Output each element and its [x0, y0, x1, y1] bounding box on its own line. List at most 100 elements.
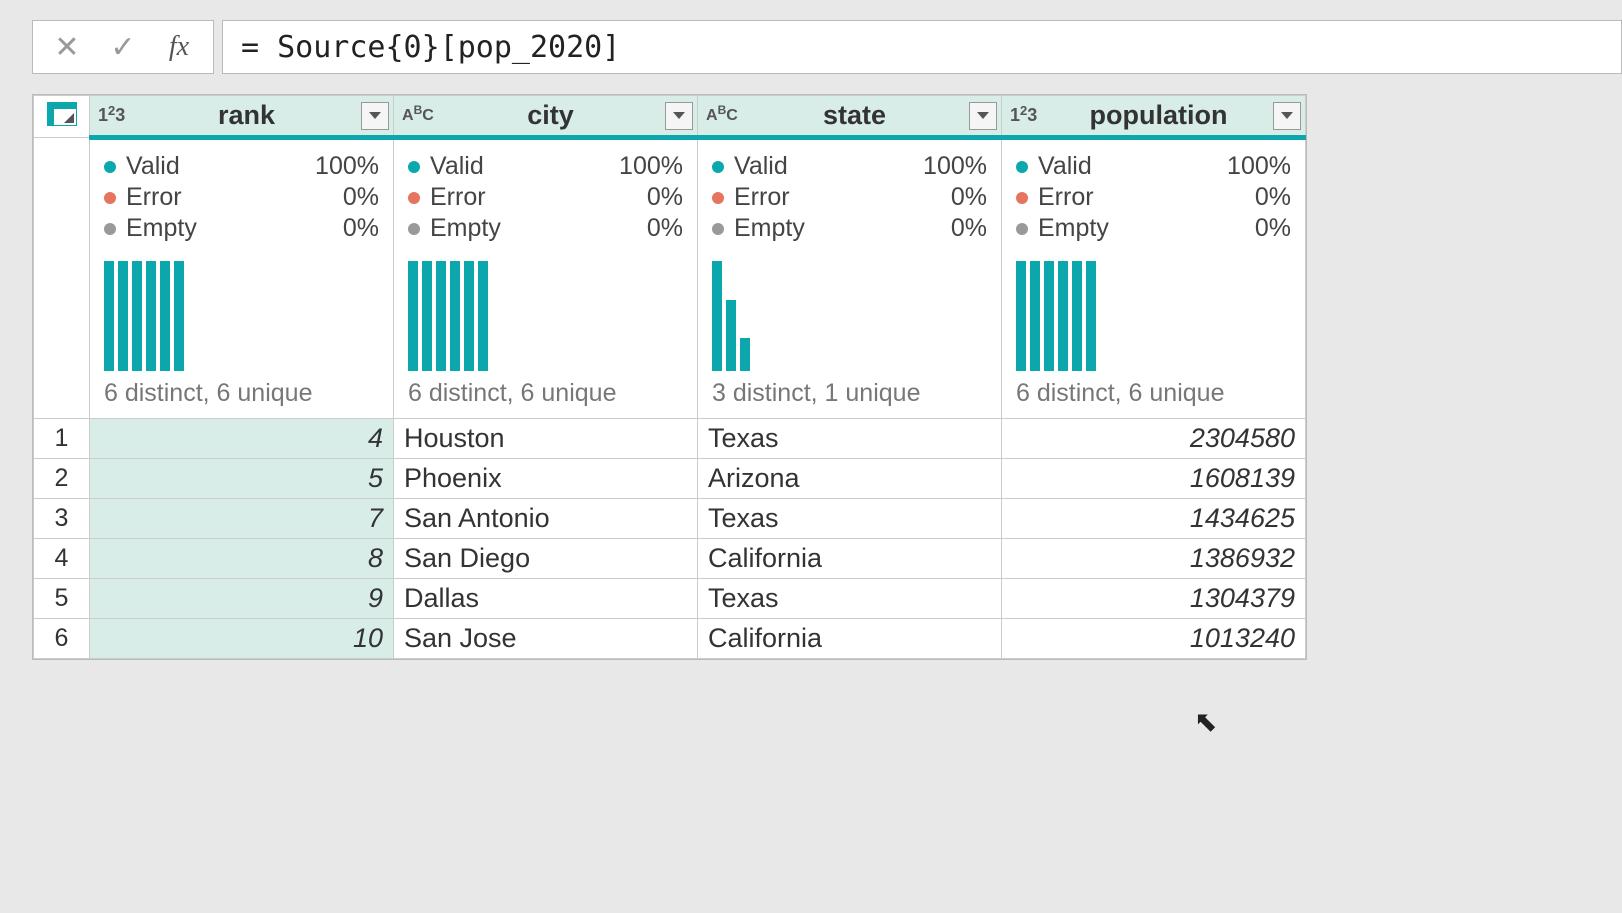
sparkline-bar: [740, 338, 750, 371]
column-name: state: [746, 100, 963, 131]
table-row[interactable]: 48San DiegoCalifornia1386932: [34, 539, 1306, 579]
cell-population[interactable]: 1304379: [1002, 579, 1306, 619]
cell-city[interactable]: San Jose: [394, 619, 698, 659]
column-header-population[interactable]: 2 population: [1002, 96, 1306, 138]
cell-population[interactable]: 2304580: [1002, 419, 1306, 459]
cell-city[interactable]: Dallas: [394, 579, 698, 619]
cell-state[interactable]: California: [698, 539, 1002, 579]
profile-rank: Valid 100% Error 0% Empty 0% 6 distinct, 6 …: [90, 138, 394, 419]
column-header-row: 2 rank ABC city ABC state 2 population: [34, 96, 1306, 138]
column-profile-row: Valid 100% Error 0% Empty 0% 6 distinct, 6 …: [34, 138, 1306, 419]
fx-icon[interactable]: fx: [151, 24, 207, 70]
column-name: city: [442, 100, 659, 131]
profile-state: Valid100% Error0% Empty0% 3 distinct, 1 …: [698, 138, 1002, 419]
sparkline-bar: [422, 261, 432, 371]
cancel-icon[interactable]: ✕: [39, 24, 95, 70]
distribution-sparkline: [104, 261, 379, 371]
cell-population[interactable]: 1434625: [1002, 499, 1306, 539]
cell-city[interactable]: San Antonio: [394, 499, 698, 539]
sparkline-bar: [118, 261, 128, 371]
distinct-summary: 6 distinct, 6 unique: [104, 379, 379, 408]
column-header-state[interactable]: ABC state: [698, 96, 1002, 138]
sparkline-bar: [1086, 261, 1096, 371]
table-row[interactable]: 37San AntonioTexas1434625: [34, 499, 1306, 539]
number-type-icon: 2: [1010, 105, 1044, 126]
row-index: 3: [34, 499, 90, 539]
sparkline-bar: [712, 261, 722, 371]
empty-label: Empty: [126, 214, 197, 243]
cell-state[interactable]: Texas: [698, 499, 1002, 539]
number-type-icon: 2: [98, 105, 132, 126]
sparkline-bar: [1016, 261, 1026, 371]
row-index: 5: [34, 579, 90, 619]
table-row[interactable]: 14HoustonTexas2304580: [34, 419, 1306, 459]
sparkline-bar: [450, 261, 460, 371]
column-name: rank: [138, 100, 355, 131]
sparkline-bar: [726, 300, 736, 372]
mouse-cursor-icon: ⬉: [1194, 705, 1217, 738]
sparkline-bar: [1044, 261, 1054, 371]
cell-rank[interactable]: 9: [90, 579, 394, 619]
data-preview-table: 2 rank ABC city ABC state 2 population: [32, 94, 1307, 660]
empty-pct: 0%: [343, 214, 379, 243]
cell-population[interactable]: 1013240: [1002, 619, 1306, 659]
cell-state[interactable]: Texas: [698, 419, 1002, 459]
table-select-button[interactable]: [34, 96, 90, 138]
profile-population: Valid100% Error0% Empty0% 6 distinct, 6 …: [1002, 138, 1306, 419]
formula-bar-row: ✕ ✓ fx = Source{0}[pop_2020]: [0, 0, 1622, 84]
distribution-sparkline: [1016, 261, 1291, 371]
cell-rank[interactable]: 8: [90, 539, 394, 579]
column-header-rank[interactable]: 2 rank: [90, 96, 394, 138]
sparkline-bar: [1072, 261, 1082, 371]
cell-rank[interactable]: 4: [90, 419, 394, 459]
cell-city[interactable]: San Diego: [394, 539, 698, 579]
sparkline-bar: [408, 261, 418, 371]
profile-city: Valid100% Error0% Empty0% 6 distinct, 6 …: [394, 138, 698, 419]
column-header-city[interactable]: ABC city: [394, 96, 698, 138]
error-pct: 0%: [343, 183, 379, 212]
row-index: 4: [34, 539, 90, 579]
sparkline-bar: [478, 261, 488, 371]
table-row[interactable]: 59DallasTexas1304379: [34, 579, 1306, 619]
error-label: Error: [126, 183, 182, 212]
text-type-icon: ABC: [706, 107, 740, 125]
profile-gutter: [34, 138, 90, 419]
text-type-icon: ABC: [402, 107, 436, 125]
sparkline-bar: [146, 261, 156, 371]
valid-label: Valid: [126, 152, 180, 181]
sparkline-bar: [464, 261, 474, 371]
cell-state[interactable]: Arizona: [698, 459, 1002, 499]
column-filter-button[interactable]: [665, 102, 693, 130]
row-index: 6: [34, 619, 90, 659]
valid-pct: 100%: [315, 152, 379, 181]
sparkline-bar: [174, 261, 184, 371]
cell-rank[interactable]: 5: [90, 459, 394, 499]
table-row[interactable]: 610San JoseCalifornia1013240: [34, 619, 1306, 659]
cell-city[interactable]: Phoenix: [394, 459, 698, 499]
cell-city[interactable]: Houston: [394, 419, 698, 459]
column-filter-button[interactable]: [969, 102, 997, 130]
sparkline-bar: [1030, 261, 1040, 371]
cell-rank[interactable]: 7: [90, 499, 394, 539]
row-index: 2: [34, 459, 90, 499]
sparkline-bar: [160, 261, 170, 371]
formula-bar-buttons: ✕ ✓ fx: [32, 20, 214, 74]
cell-state[interactable]: Texas: [698, 579, 1002, 619]
cell-population[interactable]: 1608139: [1002, 459, 1306, 499]
sparkline-bar: [436, 261, 446, 371]
row-index: 1: [34, 419, 90, 459]
column-filter-button[interactable]: [361, 102, 389, 130]
column-name: population: [1050, 100, 1267, 131]
distribution-sparkline: [712, 261, 987, 371]
table-row[interactable]: 25PhoenixArizona1608139: [34, 459, 1306, 499]
cell-rank[interactable]: 10: [90, 619, 394, 659]
sparkline-bar: [104, 261, 114, 371]
formula-input[interactable]: = Source{0}[pop_2020]: [222, 20, 1622, 74]
sparkline-bar: [1058, 261, 1068, 371]
column-filter-button[interactable]: [1273, 102, 1301, 130]
cell-population[interactable]: 1386932: [1002, 539, 1306, 579]
sparkline-bar: [132, 261, 142, 371]
cell-state[interactable]: California: [698, 619, 1002, 659]
confirm-icon[interactable]: ✓: [95, 24, 151, 70]
distribution-sparkline: [408, 261, 683, 371]
